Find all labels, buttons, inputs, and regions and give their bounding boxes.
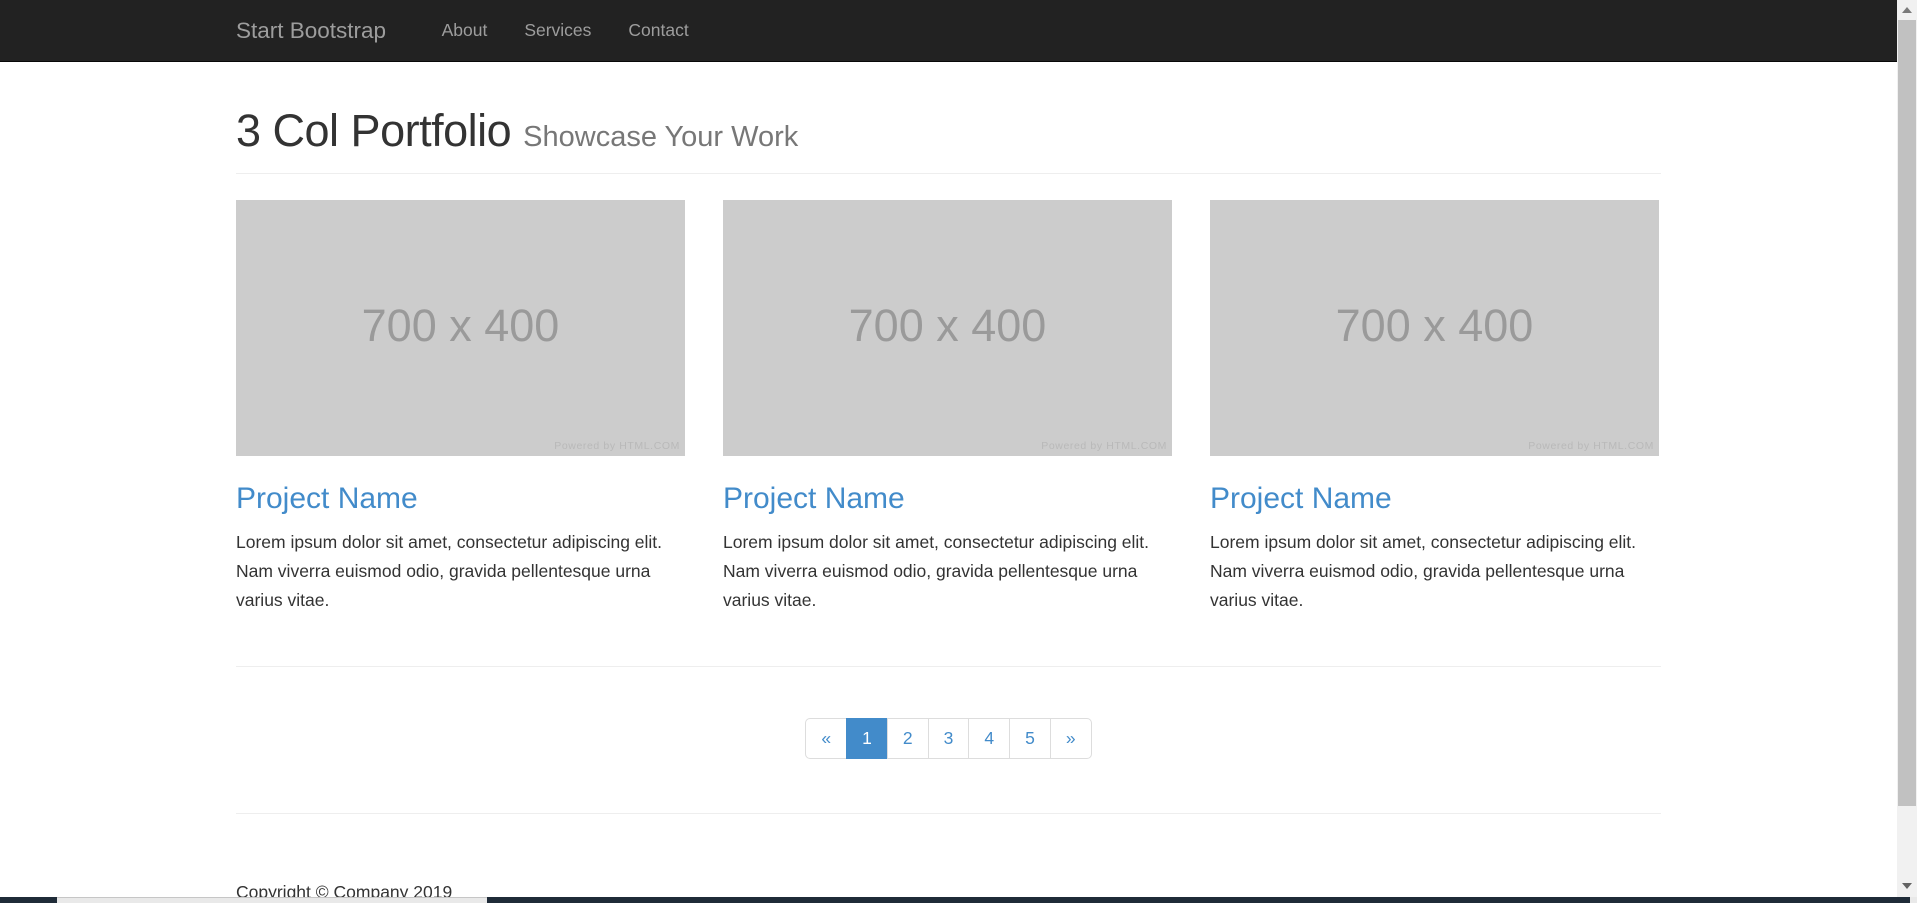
page-content: Start Bootstrap About Services Contact 3… <box>0 0 1897 903</box>
placeholder-watermark: Powered by HTML.COM <box>1041 440 1167 452</box>
divider-top <box>236 666 1661 667</box>
project-image-link-3[interactable]: 700 x 400 Powered by HTML.COM <box>1210 200 1659 456</box>
placeholder-watermark: Powered by HTML.COM <box>554 440 680 452</box>
placeholder-dimensions: 700 x 400 <box>1210 300 1659 352</box>
pagination-page-2: 2 <box>888 718 929 759</box>
page-subtitle: Showcase Your Work <box>523 121 798 153</box>
project-description-2: Lorem ipsum dolor sit amet, consectetur … <box>723 528 1172 615</box>
nav-menu: About Services Contact <box>423 20 707 41</box>
nav-item-services: Services <box>506 20 610 41</box>
pagination-next-link[interactable]: » <box>1050 718 1092 759</box>
pagination-wrap: « 1 2 3 4 5 <box>236 718 1661 759</box>
navbar: Start Bootstrap About Services Contact <box>0 0 1897 62</box>
divider-bottom <box>236 813 1661 814</box>
pagination-page-5: 5 <box>1010 718 1051 759</box>
scroll-up-button[interactable] <box>1897 0 1917 20</box>
placeholder-watermark: Powered by HTML.COM <box>1528 440 1654 452</box>
horizontal-scrollbar[interactable] <box>0 897 1917 903</box>
nav-link-services[interactable]: Services <box>506 20 610 41</box>
placeholder-dimensions: 700 x 400 <box>236 300 685 352</box>
project-title-2: Project Name <box>723 482 1172 515</box>
nav-link-about[interactable]: About <box>423 20 506 41</box>
pagination-page-3: 3 <box>929 718 970 759</box>
portfolio-row: 700 x 400 Powered by HTML.COM Project Na… <box>236 200 1661 615</box>
arrow-up-icon <box>1902 7 1912 13</box>
pagination-prev: « <box>805 718 847 759</box>
pagination-page-3-link[interactable]: 3 <box>928 718 970 759</box>
pagination-prev-link[interactable]: « <box>805 718 847 759</box>
project-image-link-1[interactable]: 700 x 400 Powered by HTML.COM <box>236 200 685 456</box>
vertical-scrollbar[interactable] <box>1897 0 1917 903</box>
project-card-2: 700 x 400 Powered by HTML.COM Project Na… <box>723 200 1172 615</box>
page-header: 3 Col Portfolio Showcase Your Work <box>236 108 1661 174</box>
nav-link-contact[interactable]: Contact <box>610 20 707 41</box>
page-title: 3 Col Portfolio Showcase Your Work <box>236 108 1661 153</box>
project-title-link-1[interactable]: Project Name <box>236 482 418 515</box>
nav-item-contact: Contact <box>610 20 707 41</box>
project-title-link-2[interactable]: Project Name <box>723 482 905 515</box>
project-title-3: Project Name <box>1210 482 1659 515</box>
scroll-down-button[interactable] <box>1897 876 1917 896</box>
pagination-page-4-link[interactable]: 4 <box>968 718 1010 759</box>
placeholder-dimensions: 700 x 400 <box>723 300 1172 352</box>
project-description-3: Lorem ipsum dolor sit amet, consectetur … <box>1210 528 1659 615</box>
vertical-scrollbar-thumb[interactable] <box>1898 20 1916 806</box>
pagination-next: » <box>1051 718 1092 759</box>
horizontal-scrollbar-thumb[interactable] <box>57 897 487 903</box>
pagination-page-4: 4 <box>969 718 1010 759</box>
project-card-1: 700 x 400 Powered by HTML.COM Project Na… <box>236 200 685 615</box>
pagination-page-5-link[interactable]: 5 <box>1009 718 1051 759</box>
project-image-link-2[interactable]: 700 x 400 Powered by HTML.COM <box>723 200 1172 456</box>
nav-item-about: About <box>423 20 506 41</box>
brand-link[interactable]: Start Bootstrap <box>236 18 386 44</box>
browser-viewport: Start Bootstrap About Services Contact 3… <box>0 0 1917 903</box>
arrow-down-icon <box>1902 883 1912 889</box>
pagination-page-2-link[interactable]: 2 <box>887 718 929 759</box>
project-description-1: Lorem ipsum dolor sit amet, consectetur … <box>236 528 685 615</box>
scrollbar-corner <box>1910 897 1917 903</box>
project-title-1: Project Name <box>236 482 685 515</box>
project-title-link-3[interactable]: Project Name <box>1210 482 1392 515</box>
page-title-text: 3 Col Portfolio <box>236 105 511 156</box>
pagination: « 1 2 3 4 5 <box>805 718 1091 759</box>
pagination-page-1-link[interactable]: 1 <box>846 718 888 759</box>
pagination-page-1: 1 <box>847 718 888 759</box>
project-card-3: 700 x 400 Powered by HTML.COM Project Na… <box>1210 200 1659 615</box>
